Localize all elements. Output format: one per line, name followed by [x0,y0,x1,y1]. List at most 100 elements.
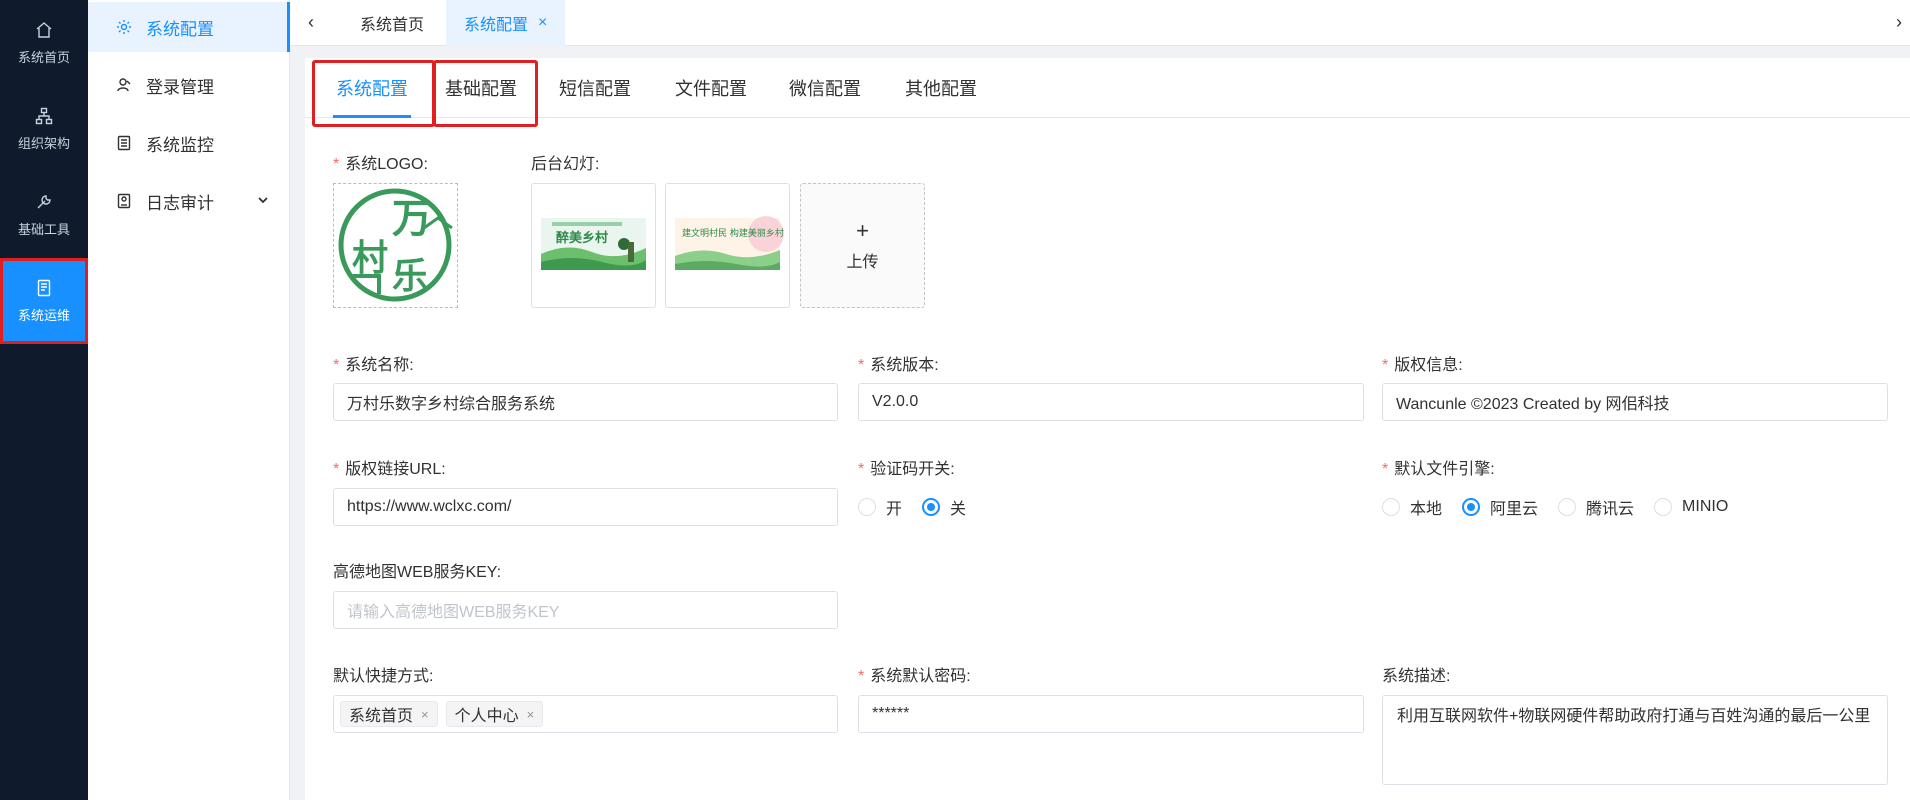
page-tab-label: 系统首页 [360,17,425,34]
close-icon[interactable]: × [538,14,547,32]
system-name-input[interactable]: 万村乐数字乡村综合服务系统 [333,383,838,421]
file-engine-radio-minio[interactable]: MINIO [1654,498,1728,516]
tab-label: 短信配置 [559,79,631,99]
submenu-item-monitor[interactable]: 系统监控 [88,118,290,168]
system-version-input[interactable]: V2.0.0 [858,383,1364,421]
chevron-down-icon[interactable] [256,193,270,207]
rail-item-ops[interactable]: 系统运维 [0,258,88,344]
config-tabs: 系统配置 基础配置 短信配置 文件配置 微信配置 其他配置 [305,58,1910,118]
amap-key-input[interactable]: 请输入高德地图WEB服务KEY [333,591,838,629]
logo-char: 万 [392,195,432,242]
radio-label: 阿里云 [1490,501,1539,518]
close-icon[interactable]: × [527,707,535,722]
wrench-icon [37,194,51,208]
submenu-item-system-config[interactable]: 系统配置 [88,2,290,52]
slide-thumbnail[interactable]: 建文明村民 构建美丽乡村 [665,183,790,308]
logo-char: 乐 [392,255,428,297]
radio-dot[interactable] [858,498,876,516]
submenu-item-label: 系统监控 [146,135,214,155]
login-icon [117,78,131,92]
radio-label: 关 [950,501,967,518]
file-engine-label: * 默认文件引擎: [1382,461,1495,478]
file-engine-radio-tencent[interactable]: 腾讯云 [1558,495,1634,519]
slide-caption: 醉美乡村 [556,230,608,246]
captcha-radio-off[interactable]: 关 [922,495,966,519]
label-text: 默认文件引擎: [1394,461,1495,478]
rail-item-label: 系统运维 [17,307,70,323]
copyright-url-input[interactable]: https://www.wclxc.com/ [333,488,838,526]
primary-nav-rail: 系统首页 组织架构 基础工具 系统运维 [0,0,88,800]
rail-item-home[interactable]: 系统首页 [0,0,88,86]
org-chart-icon [35,107,53,124]
scroll-right-icon[interactable]: › [1890,12,1908,32]
rail-item-tools[interactable]: 基础工具 [0,172,88,258]
tab-file-config[interactable]: 文件配置 [659,58,763,118]
radio-label: 腾讯云 [1586,501,1635,518]
logo-char: 村 [352,237,388,279]
scroll-left-icon[interactable]: ‹ [302,12,320,32]
slide-image: 建文明村民 构建美丽乡村 [675,216,784,270]
radio-label: MINIO [1682,498,1729,515]
copyright-url-label: * 版权链接URL: [333,461,446,478]
label-text: 系统默认密码: [870,668,971,685]
label-text: 验证码开关: [870,461,955,478]
description-textarea[interactable]: 利用互联网软件+物联网硬件帮助政府打通与百姓沟通的最后一公里 [1382,695,1888,785]
logo-uploader[interactable]: 万 村 乐 [333,183,458,308]
submenu-item-logs[interactable]: 日志审计 [88,176,290,226]
system-name-label: * 系统名称: [333,357,414,374]
system-version-label: * 系统版本: [858,357,939,374]
slide-thumbnail[interactable]: 醉美乡村 [531,183,656,308]
gear-icon [117,20,131,34]
copyright-input[interactable]: Wancunle ©2023 Created by 网佀科技 [1382,383,1888,421]
highlight-box-basic-config [433,60,538,127]
upload-button[interactable]: + 上传 [800,183,925,308]
rail-item-label: 组织架构 [17,135,70,151]
logo-label: * 系统LOGO: [333,156,428,173]
submenu-item-label: 日志审计 [146,193,214,213]
tab-label: 其他配置 [905,79,977,99]
file-engine-radio-aliyun[interactable]: 阿里云 [1462,495,1538,519]
label-text: 系统LOGO: [345,156,428,173]
page-tab-label: 系统配置 [464,17,529,34]
slide-image: 醉美乡村 [541,218,646,270]
logo-image: 万 村 乐 [338,188,453,302]
radio-label: 开 [886,501,903,518]
label-text: 版权链接URL: [345,461,446,478]
slide-caption: 建文明村民 构建美丽乡村 [682,227,784,239]
tag-label: 系统首页 [349,708,414,725]
rail-item-org[interactable]: 组织架构 [0,86,88,172]
plus-icon: + [856,217,869,243]
tab-sms-config[interactable]: 短信配置 [543,58,647,118]
rail-item-label: 系统首页 [17,49,70,65]
default-password-input[interactable]: ****** [858,695,1364,733]
radio-dot[interactable] [1462,498,1481,516]
document-icon [37,279,51,296]
radio-dot[interactable] [922,498,941,516]
label-text: 版权信息: [1394,357,1463,374]
label-text: 系统名称: [345,357,414,374]
label-text: 系统版本: [870,357,939,374]
page-tabs-bar: ‹ 系统首页 系统配置 × › [290,0,1910,46]
captcha-radio-on[interactable]: 开 [858,495,902,519]
tab-other-config[interactable]: 其他配置 [889,58,993,118]
radio-dot[interactable] [1382,498,1400,516]
page-tab-home[interactable]: 系统首页 [342,0,442,46]
monitor-icon [117,135,131,151]
close-icon[interactable]: × [421,707,429,722]
file-engine-radio-group: 本地 阿里云 腾讯云 MINIO [1382,495,1748,519]
highlight-box-system-config [312,60,435,127]
amap-key-label: 高德地图WEB服务KEY: [333,564,502,581]
radio-label: 本地 [1410,501,1443,518]
file-engine-radio-local[interactable]: 本地 [1382,495,1442,519]
tab-wechat-config[interactable]: 微信配置 [773,58,877,118]
home-icon [36,21,52,38]
app-window: 系统首页 组织架构 基础工具 系统运维 系统配置 登录管理 系统监控 日志审计 … [0,0,1910,800]
radio-dot[interactable] [1558,498,1577,516]
submenu-item-login[interactable]: 登录管理 [88,60,290,110]
shortcut-select[interactable]: 系统首页 × 个人中心 × [333,695,838,733]
submenu-item-label: 系统配置 [146,19,214,39]
rail-item-label: 基础工具 [17,221,70,237]
radio-dot[interactable] [1654,498,1673,516]
upload-label: 上传 [846,253,879,271]
page-tab-system-config[interactable]: 系统配置 × [446,0,566,46]
